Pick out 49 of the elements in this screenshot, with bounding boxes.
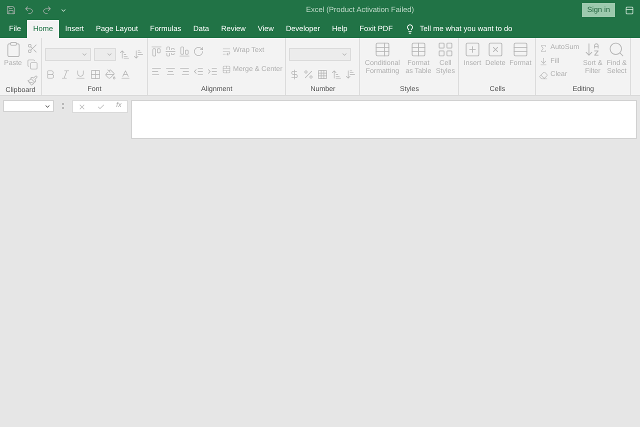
drag-handle-icon[interactable] [62,103,64,109]
rows-icon [512,41,529,58]
font-name-dropdown[interactable] [45,48,91,61]
undo-icon[interactable] [24,5,34,15]
number-format-dropdown[interactable] [289,48,352,61]
plus-square-icon [464,41,481,58]
currency-icon[interactable] [289,69,300,80]
sort-icon [584,41,602,58]
align-left-icon[interactable] [151,66,162,77]
name-box[interactable] [3,100,54,112]
fill-bucket-icon[interactable] [105,69,116,80]
indent-decrease-icon[interactable] [193,66,204,77]
align-bottom-icon[interactable] [179,46,190,57]
font-size-dropdown[interactable] [94,48,116,61]
table-icon [410,41,427,58]
cancel-icon[interactable] [78,102,86,110]
wrap-text-icon [222,46,231,56]
x-square-icon [486,41,504,58]
align-right-icon[interactable] [179,66,190,77]
arrow-down-icon [539,57,548,66]
indent-increase-icon[interactable] [207,66,218,77]
align-top-icon[interactable] [151,46,162,57]
search-icon [608,41,626,58]
align-middle-icon[interactable] [165,46,176,57]
caret-icon [81,51,88,58]
formula-input[interactable] [131,100,637,139]
caret-icon [341,51,348,58]
italic-icon[interactable] [60,69,71,80]
brush-icon[interactable] [27,75,38,86]
underline-icon[interactable] [75,69,86,80]
lightbulb-icon [404,24,415,34]
caret-icon [106,51,113,58]
percent-icon[interactable] [303,69,314,80]
table-icon [374,41,391,58]
save-icon[interactable] [6,5,16,15]
redo-icon[interactable] [42,5,52,15]
grid-icon [436,41,454,58]
cut-icon[interactable] [27,43,38,54]
enter-icon[interactable] [97,102,106,110]
font-color-icon[interactable] [120,69,131,80]
border-icon[interactable] [90,69,101,80]
align-center-icon[interactable] [165,66,176,77]
ribbon-display-icon[interactable] [625,6,634,14]
eraser-icon [539,70,548,80]
copy-icon[interactable] [27,59,38,70]
customize-caret-icon[interactable] [60,6,67,14]
bold-icon[interactable] [45,69,56,80]
clipboard-icon [4,41,22,58]
sigma-icon [539,44,548,53]
